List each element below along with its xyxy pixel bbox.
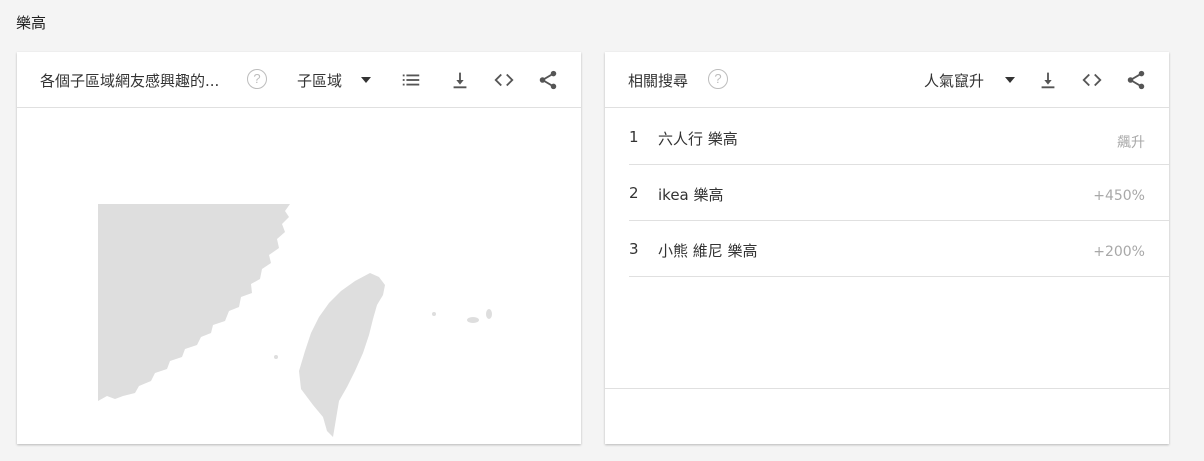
help-icon[interactable]: ? (708, 69, 728, 89)
card-header: 各個子區域網友感興趣的... ? 子區域 (17, 52, 581, 108)
island (467, 317, 479, 323)
query-term[interactable]: ikea 樂高 (658, 184, 724, 205)
card-header: 相關搜尋 ? 人氣竄升 (605, 52, 1169, 108)
page-title: 樂高 (16, 14, 47, 32)
chevron-down-icon[interactable] (361, 77, 371, 83)
share-icon[interactable] (1125, 69, 1147, 91)
chevron-down-icon[interactable] (1005, 77, 1015, 83)
query-term[interactable]: 小熊 維尼 樂高 (658, 240, 758, 261)
card-title: 各個子區域網友感興趣的... (40, 72, 220, 90)
query-value: +200% (1093, 244, 1145, 260)
list-icon[interactable] (400, 69, 422, 91)
region-map[interactable] (17, 109, 581, 444)
related-queries-card: 相關搜尋 ? 人氣竄升 1 六人行 樂高 飆升 2 ikea 樂高 +450% … (605, 52, 1169, 444)
query-term[interactable]: 六人行 樂高 (658, 128, 738, 149)
embed-icon[interactable] (1081, 69, 1103, 91)
subregion-interest-card: 各個子區域網友感興趣的... ? 子區域 (17, 52, 581, 444)
list-item[interactable]: 1 六人行 樂高 飆升 (629, 109, 1169, 165)
region-dropdown[interactable]: 子區域 (297, 70, 342, 91)
share-icon[interactable] (537, 69, 559, 91)
rank: 1 (629, 128, 639, 146)
sort-dropdown[interactable]: 人氣竄升 (924, 70, 984, 91)
list-item[interactable]: 3 小熊 維尼 樂高 +200% (629, 221, 1169, 277)
island (486, 309, 492, 319)
rank: 3 (629, 240, 639, 258)
island (432, 312, 436, 316)
list-item[interactable]: 2 ikea 樂高 +450% (629, 165, 1169, 221)
help-icon[interactable]: ? (247, 69, 267, 89)
download-icon[interactable] (1037, 69, 1059, 91)
divider (605, 388, 1169, 389)
mainland-region (98, 204, 290, 401)
rank: 2 (629, 184, 639, 202)
query-value: 飆升 (1117, 135, 1145, 151)
card-title: 相關搜尋 (628, 72, 689, 90)
query-value: +450% (1093, 188, 1145, 204)
island (274, 355, 278, 359)
download-icon[interactable] (449, 69, 471, 91)
taiwan-region (299, 273, 385, 437)
embed-icon[interactable] (493, 69, 515, 91)
